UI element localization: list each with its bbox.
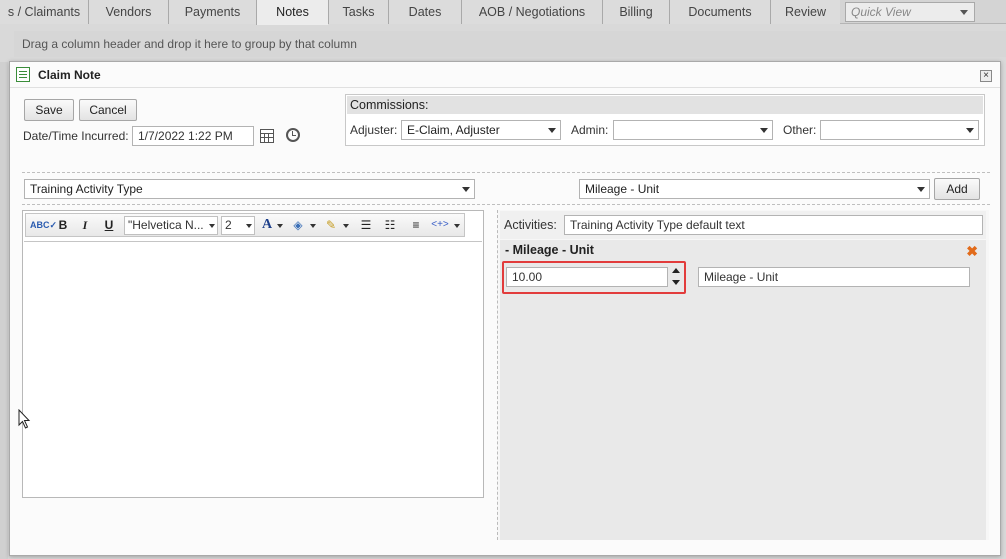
dialog-title: Claim Note [38,68,101,82]
other-label: Other: [783,123,817,137]
chevron-down-icon [544,121,560,139]
tab-notes[interactable]: Notes [256,0,328,25]
mileage-item-title: - Mileage - Unit [505,243,594,257]
datetime-label: Date/Time Incurred: [23,129,129,143]
mileage-unit-select-value: Mileage - Unit [585,182,660,196]
tab-review[interactable]: Review [770,0,840,24]
activities-panel: Activities: Training Activity Type defau… [497,210,989,540]
tab-tasks[interactable]: Tasks [328,0,388,24]
underline-icon[interactable]: U [102,217,116,233]
adjuster-value: E-Claim, Adjuster [407,123,500,137]
mouse-cursor-icon [18,409,31,429]
chevron-down-icon [209,224,215,228]
bullet-list-icon[interactable]: ☷ [382,217,398,233]
activities-label: Activities: [504,218,557,232]
chevron-down-icon[interactable] [343,224,349,228]
activity-type-select[interactable]: Training Activity Type [24,179,475,199]
admin-label: Admin: [571,123,609,137]
add-button[interactable]: Add [934,178,980,200]
adjuster-label: Adjuster: [350,123,398,137]
italic-icon[interactable]: I [78,217,92,233]
chevron-down-icon[interactable] [454,224,460,228]
insert-field-icon[interactable]: <+> [431,217,449,233]
chevron-down-icon [962,121,978,139]
align-icon[interactable]: ≡ [408,217,424,233]
note-icon [16,67,30,82]
close-icon[interactable]: × [980,70,992,82]
tab-billing[interactable]: Billing [602,0,669,24]
remove-icon[interactable]: ✖ [966,243,978,260]
tab-documents[interactable]: Documents [669,0,770,24]
tab-vendors[interactable]: Vendors [88,0,168,24]
note-editor: ABC✓ B I U "Helvetica N... 2 A ◈ ✎ ☰ ☷ ≡… [22,210,484,498]
chevron-down-icon [246,224,252,228]
chevron-down-icon [756,121,772,139]
format-brush-icon[interactable]: ✎ [323,217,339,233]
dialog-header: Claim Note × [10,62,1000,88]
editor-toolbar: ABC✓ B I U "Helvetica N... 2 A ◈ ✎ ☰ ☷ ≡… [25,213,465,237]
spellcheck-icon[interactable]: ABC✓ [30,217,57,233]
font-color-icon[interactable]: A [260,217,274,233]
font-name-value: "Helvetica N... [128,218,204,232]
tab-bar: s / Claimants Vendors Payments Notes Tas… [0,0,1006,25]
commissions-header: Commissions: [347,96,983,114]
calendar-icon[interactable] [260,129,274,143]
quick-view-placeholder: Quick View [851,5,911,19]
separator [22,172,990,173]
commissions-box: Commissions: Adjuster: E-Claim, Adjuster… [345,94,985,146]
font-size-select[interactable]: 2 [221,216,255,235]
other-select[interactable] [820,120,979,140]
activities-header: Activities: Training Activity Type defau… [500,211,986,239]
claim-note-dialog: Claim Note × Save Cancel Date/Time Incur… [9,61,1001,556]
adjuster-select[interactable]: E-Claim, Adjuster [401,120,561,140]
chevron-down-icon[interactable] [310,224,316,228]
mileage-activity-item: - Mileage - Unit ✖ 10.00 Mileage - Unit [500,240,986,540]
tab-claimants[interactable]: s / Claimants [0,0,88,24]
tab-aob-negotiations[interactable]: AOB / Negotiations [461,0,602,24]
grid-left-edge [0,62,8,559]
chevron-down-icon [913,180,929,198]
activity-type-value: Training Activity Type [30,182,143,196]
bold-icon[interactable]: B [56,217,70,233]
clock-icon[interactable] [286,128,300,142]
quick-view-select[interactable]: Quick View [845,2,975,22]
chevron-down-icon[interactable] [277,224,283,228]
group-by-bar[interactable]: Drag a column header and drop it here to… [14,31,1006,57]
separator [22,204,990,205]
chevron-down-icon [960,10,968,15]
cancel-button[interactable]: Cancel [79,99,137,121]
tab-payments[interactable]: Payments [168,0,256,24]
mileage-unit-select[interactable]: Mileage - Unit [579,179,930,199]
font-size-value: 2 [225,218,232,232]
save-button[interactable]: Save [24,99,74,121]
highlight-box [502,261,686,294]
font-name-select[interactable]: "Helvetica N... [124,216,218,235]
admin-select[interactable] [613,120,773,140]
unit-input[interactable]: Mileage - Unit [698,267,970,287]
datetime-input[interactable]: 1/7/2022 1:22 PM [132,126,254,146]
activities-input[interactable]: Training Activity Type default text [564,215,983,235]
numbered-list-icon[interactable]: ☰ [358,217,374,233]
chevron-down-icon [458,180,474,198]
tab-dates[interactable]: Dates [388,0,461,24]
editor-content-area[interactable] [24,241,482,496]
highlight-color-icon[interactable]: ◈ [290,217,306,233]
